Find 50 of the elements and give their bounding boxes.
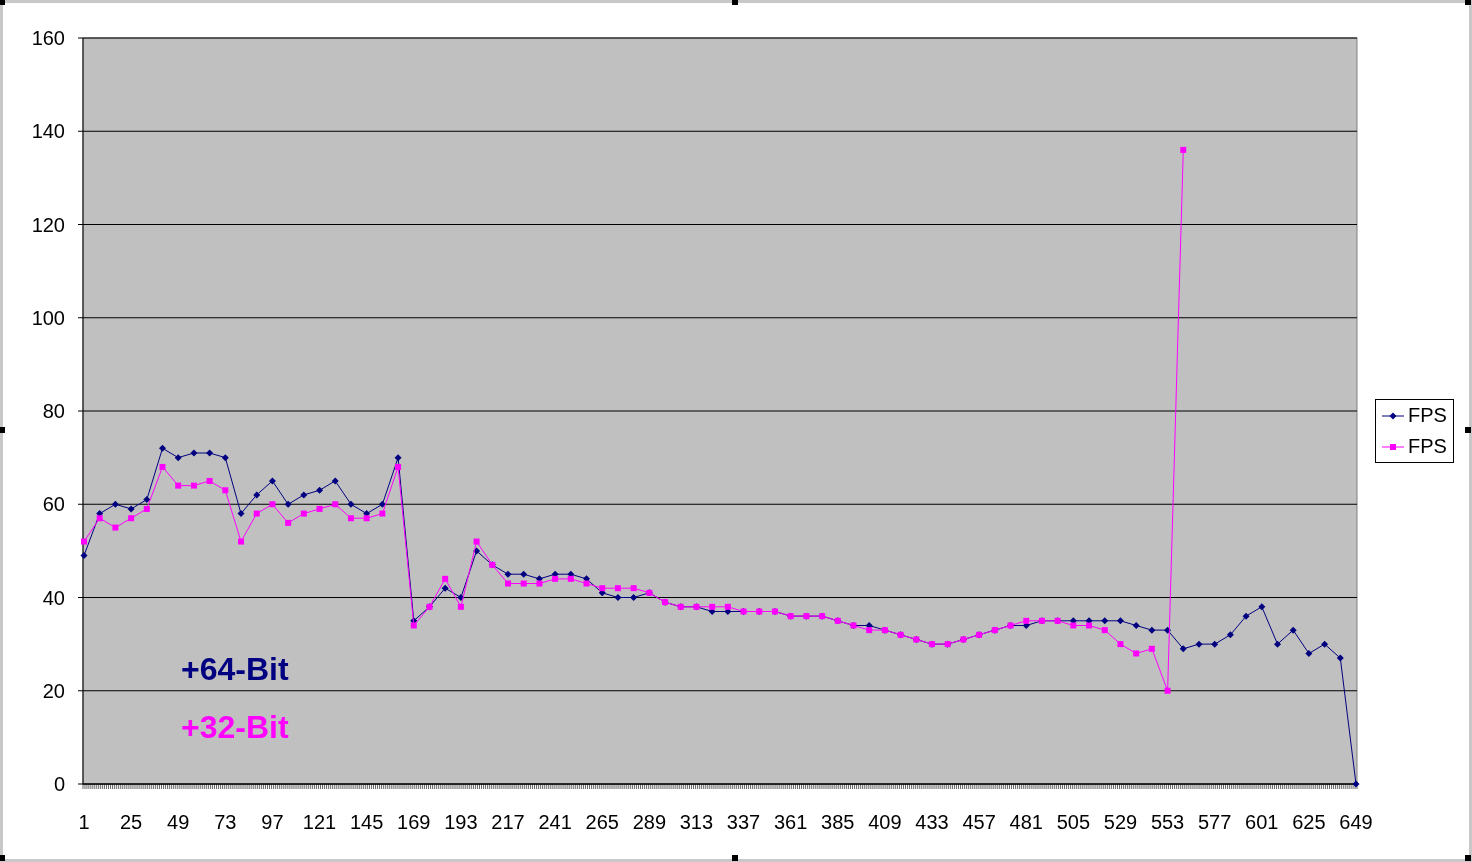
x-tick-label: 625: [1292, 811, 1326, 833]
y-tick-label: 80: [42, 400, 65, 422]
x-tick-label: 361: [774, 811, 808, 833]
x-tick-label: 385: [821, 811, 855, 833]
x-tick-label: 241: [538, 811, 572, 833]
legend-label: FPS: [1408, 435, 1447, 458]
selection-handle[interactable]: [732, 855, 738, 861]
x-tick-label: 289: [632, 811, 666, 833]
series-annotation: +32-Bit: [181, 709, 289, 745]
x-tick-label: 457: [962, 811, 996, 833]
selection-handle[interactable]: [1465, 0, 1471, 5]
x-tick-label: 601: [1245, 811, 1279, 833]
y-tick-label: 140: [31, 120, 65, 143]
y-tick-label: 20: [42, 679, 65, 702]
y-tick-label: 120: [31, 213, 65, 236]
x-tick-label: 25: [119, 811, 143, 833]
y-tick-label: 160: [31, 27, 65, 49]
y-tick-label: 100: [31, 306, 65, 329]
y-tick-label: 0: [53, 773, 65, 795]
x-tick-label: 121: [302, 811, 337, 833]
selection-handle[interactable]: [1465, 855, 1471, 861]
y-tick-label: 40: [42, 586, 65, 609]
x-tick-label: 433: [915, 811, 949, 833]
x-tick-label: 481: [1009, 811, 1043, 833]
x-tick-label: 73: [214, 811, 237, 833]
series-annotation: +64-Bit: [181, 651, 289, 687]
x-tick-label: 409: [868, 811, 902, 833]
y-tick-label: 60: [42, 493, 65, 516]
legend-label: FPS: [1408, 404, 1447, 427]
x-tick-label: 193: [444, 811, 478, 833]
selection-handle[interactable]: [0, 427, 5, 433]
x-tick-label: 97: [261, 811, 284, 833]
selection-handle[interactable]: [732, 0, 738, 5]
x-tick-label: 145: [349, 811, 384, 833]
x-tick-label: 529: [1103, 811, 1138, 833]
x-tick-label: 169: [397, 811, 431, 833]
x-tick-label: 313: [679, 811, 714, 833]
x-tick-label: 577: [1198, 811, 1232, 833]
x-tick-label: 553: [1150, 811, 1185, 833]
legend-marker-icon: [1382, 410, 1404, 421]
selection-handle[interactable]: [1465, 427, 1471, 433]
x-tick-label: 265: [585, 811, 619, 833]
x-tick-label: 217: [491, 811, 525, 833]
legend-marker-icon: [1382, 441, 1404, 452]
x-tick-label: 649: [1339, 811, 1373, 833]
selection-handle[interactable]: [0, 855, 5, 861]
x-tick-label: 49: [167, 811, 190, 833]
x-tick-label: 337: [726, 811, 761, 833]
x-tick-label: 505: [1056, 811, 1091, 833]
x-tick-label: 1: [78, 811, 90, 833]
